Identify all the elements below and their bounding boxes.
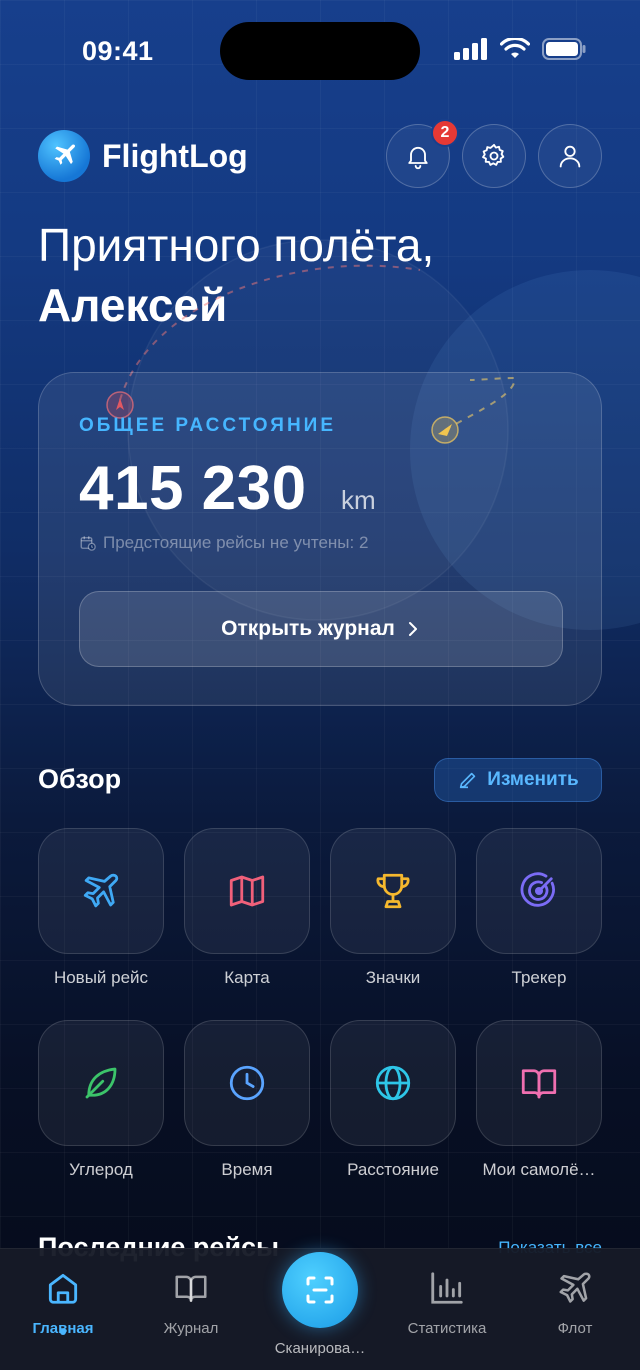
pencil-icon [460,772,476,789]
tile-time[interactable] [184,1020,310,1146]
active-tab-dot [60,1329,66,1335]
tile-label-badges: Значки [365,968,421,987]
upcoming-note: Предстоящие рейсы не учтены: 2 [79,533,368,553]
radar-icon [520,872,555,907]
greeting-name: Алексей [38,279,228,331]
tile-carbon[interactable] [38,1020,164,1146]
settings-button[interactable] [462,124,526,188]
dynamic-island [220,22,420,80]
open-journal-button[interactable]: Открыть журнал [79,591,563,667]
tile-label-carbon: Углерод [69,1160,133,1179]
profile-button[interactable] [538,124,602,188]
distance-value: 415 230 [79,454,307,523]
tab-fleet[interactable]: Флот [520,1269,630,1337]
tab-label-fleet: Флот [557,1320,593,1337]
signal-icon [454,38,487,60]
status-bar: 09:41 [0,0,640,100]
app-logo [38,130,90,182]
tab-label-statistics: Статистика [407,1320,487,1337]
tab-statistics[interactable]: Статистика [392,1269,502,1337]
app-title: FlightLog [102,138,248,174]
scan-button[interactable] [282,1252,358,1328]
home-icon [48,1273,78,1304]
tab-journal[interactable]: Журнал [136,1269,246,1337]
tile-tracker[interactable] [476,828,602,954]
status-time: 09:41 [82,36,154,66]
tile-badges[interactable] [330,828,456,954]
open-journal-label: Открыть журнал [221,617,395,640]
tile-label-my-aircraft: Мои самолё… [482,1160,596,1179]
tab-home[interactable]: Главная [8,1269,118,1337]
scan-icon [306,1276,334,1304]
chevron-right-icon [408,622,417,636]
overview-title: Обзор [38,764,122,794]
tile-label-map: Карта [224,968,270,987]
leaf-icon [85,1067,117,1099]
tile-map[interactable] [184,828,310,954]
edit-label: Изменить [487,769,579,790]
tile-label-distance: Расстояние [347,1160,439,1179]
book-icon [521,1069,557,1099]
tile-new-flight[interactable] [38,828,164,954]
globe-icon [375,1065,411,1101]
user-icon [559,145,581,168]
bell-icon [408,146,428,170]
tile-my-aircraft[interactable] [476,1020,602,1146]
distance-card: ОБЩЕЕ РАССТОЯНИЕ 415 230 km Предстоящие … [38,372,602,706]
tab-label-scan: Сканирова… [274,1340,366,1357]
tile-label-tracker: Трекер [511,968,567,987]
distance-unit: km [341,485,376,515]
tile-label-new-flight: Новый рейс [53,968,149,987]
plane-icon [54,144,76,165]
plane-icon [83,873,119,908]
upcoming-note-text: Предстоящие рейсы не учтены: 2 [103,533,369,552]
notification-badge: 2 [431,119,459,147]
distance-label: ОБЩЕЕ РАССТОЯНИЕ [79,415,337,436]
gear-icon [482,143,505,166]
plane-icon [559,1272,591,1303]
map-icon [229,875,265,907]
greeting-line: Приятного полёта, [38,219,435,271]
edit-overview-button[interactable]: Изменить [434,758,602,802]
clock-icon [229,1065,265,1101]
wifi-icon [500,38,530,58]
tile-label-time: Время [221,1160,273,1179]
book-icon [175,1275,207,1302]
trophy-icon [376,873,410,909]
notifications-button[interactable]: 2 [386,119,459,188]
calendar-clock-icon [80,536,96,551]
bar-chart-icon [431,1272,463,1304]
tab-label-journal: Журнал [163,1320,219,1337]
tile-distance[interactable] [330,1020,456,1146]
battery-icon [542,38,586,60]
